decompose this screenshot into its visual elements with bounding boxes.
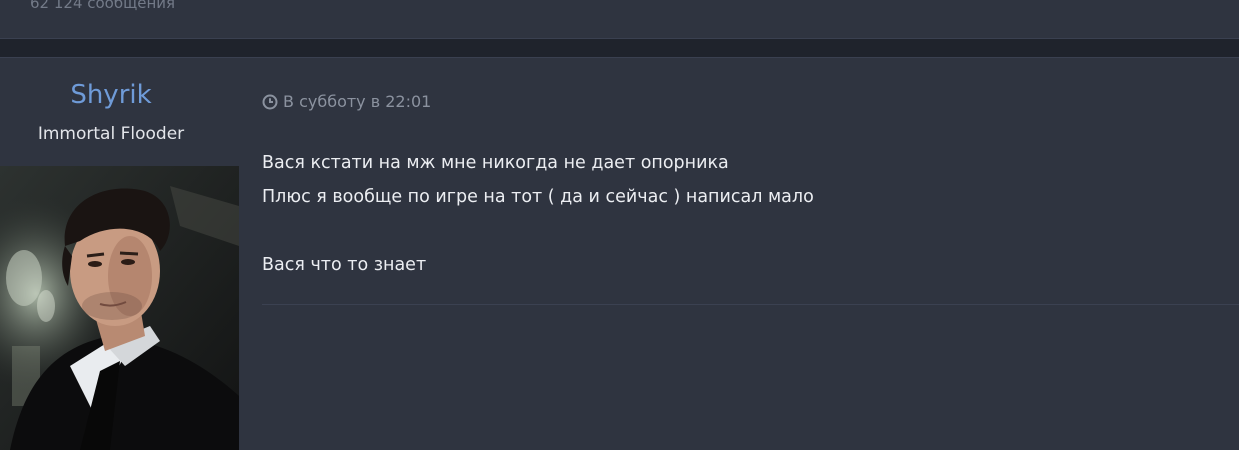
post-meta: В субботу в 22:01 [262,92,431,111]
message-count: 62 124 сообщения [30,0,176,12]
forum-post: Shyrik Immortal Flooder В субботу в 22:0… [0,58,1239,450]
message-line: Плюс я вообще по игре на тот ( да и сейч… [262,187,814,207]
previous-post-footer: 62 124 сообщения [0,0,1239,39]
post-message: Вася кстати на мж мне никогда не дает оп… [262,146,1222,282]
user-title: Immortal Flooder [37,124,185,144]
username-link[interactable]: Shyrik [0,80,222,110]
post-author-panel: Shyrik Immortal Flooder [0,58,239,450]
message-line: Вася что то знает [262,255,427,275]
post-footer-separator [262,304,1239,305]
post-timestamp[interactable]: В субботу в 22:01 [283,92,431,111]
post-divider [0,39,1239,58]
clock-icon [262,94,278,109]
message-line: Вася кстати на мж мне никогда не дает оп… [262,153,729,173]
avatar[interactable] [0,166,239,450]
message-line [262,214,1222,248]
